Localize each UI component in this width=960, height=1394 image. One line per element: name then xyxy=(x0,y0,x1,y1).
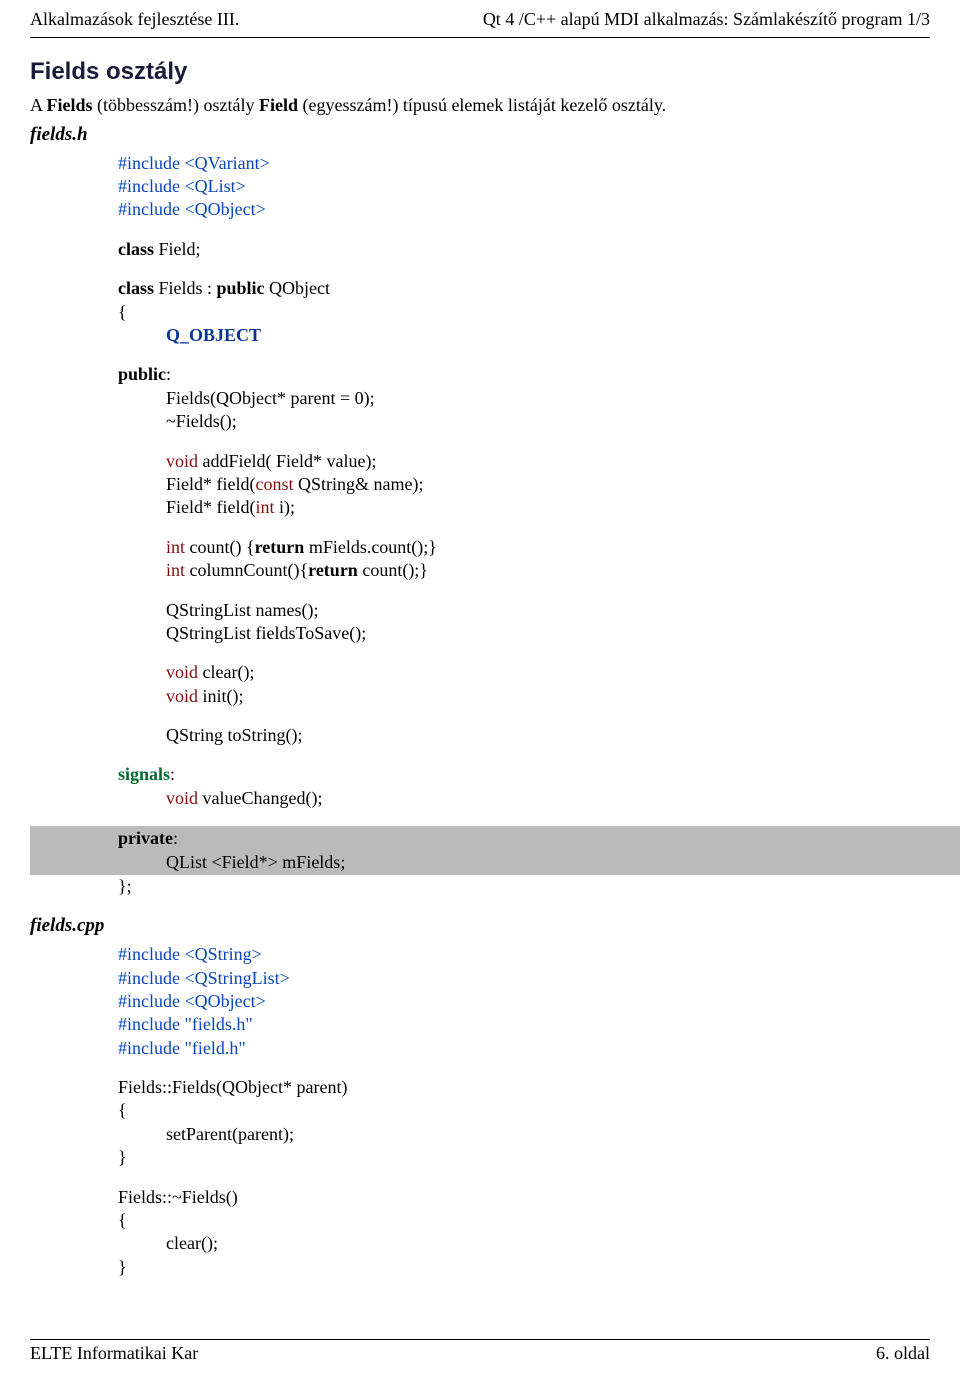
kw-class: class xyxy=(118,278,154,298)
code-text: clear(); xyxy=(198,662,254,682)
brace: { xyxy=(118,301,930,324)
code-line: Fields::Fields(QObject* parent) xyxy=(118,1076,930,1099)
code-block-h: #include <QVariant> #include <QList> #in… xyxy=(118,152,930,899)
colon: : xyxy=(170,764,175,784)
kw-int: int xyxy=(255,497,274,517)
include-line: #include <QObject> xyxy=(118,198,930,221)
include-line: #include "field.h" xyxy=(118,1037,930,1060)
footer-right: 6. oldal xyxy=(876,1342,930,1365)
code-line: void clear(); xyxy=(166,661,930,684)
colon: : xyxy=(173,828,178,848)
include-line: #include <QList> xyxy=(118,175,930,198)
kw-const: const xyxy=(255,474,293,494)
code-text: i); xyxy=(275,497,296,517)
kw-signals: signals xyxy=(118,764,170,784)
intro-mid2: (egyesszám!) típusú elemek listáját keze… xyxy=(298,95,666,115)
section-title: Fields osztály xyxy=(30,56,930,87)
code-line: QList <Field*> mFields; xyxy=(166,851,345,874)
code-text: Field* field( xyxy=(166,474,255,494)
file-label-cpp: fields.cpp xyxy=(30,914,930,939)
brace: } xyxy=(118,1146,930,1169)
page-footer: ELTE Informatikai Kar 6. oldal xyxy=(30,1342,930,1373)
code-line: Fields(QObject* parent = 0); xyxy=(166,387,930,410)
colon: : xyxy=(166,364,171,384)
kw-void: void xyxy=(166,451,198,471)
code-line: signals: xyxy=(118,763,930,786)
file-label-h: fields.h xyxy=(30,123,930,148)
intro-mid1: (többesszám!) osztály xyxy=(93,95,259,115)
intro-pre: A xyxy=(30,95,47,115)
code-text: QObject xyxy=(265,278,330,298)
include-line: #include "fields.h" xyxy=(118,1013,930,1036)
page-header: Alkalmazások fejlesztése III. Qt 4 /C++ … xyxy=(30,0,930,35)
code-block-cpp: #include <QString> #include <QStringList… xyxy=(118,943,930,1279)
code-line: Field* field(int i); xyxy=(166,496,930,519)
include-line: #include <QVariant> xyxy=(118,152,930,175)
kw-private: private xyxy=(118,828,173,848)
code-line: Field* field(const QString& name); xyxy=(166,473,930,496)
code-line: QStringList names(); xyxy=(166,599,930,622)
kw-return: return xyxy=(255,537,305,557)
brace: { xyxy=(118,1099,930,1122)
code-text: init(); xyxy=(198,686,244,706)
footer-rule xyxy=(30,1339,930,1340)
code-line: void addField( Field* value); xyxy=(166,450,930,473)
code-line: private: xyxy=(118,828,178,848)
kw-void: void xyxy=(166,788,198,808)
code-text: columnCount(){ xyxy=(185,560,308,580)
kw-int: int xyxy=(166,560,185,580)
code-line: Fields::~Fields() xyxy=(118,1186,930,1209)
code-text: QString& name); xyxy=(293,474,423,494)
code-text: mFields.count();} xyxy=(304,537,437,557)
brace: { xyxy=(118,1209,930,1232)
kw-void: void xyxy=(166,686,198,706)
kw-public: public xyxy=(217,278,265,298)
code-text: valueChanged(); xyxy=(198,788,322,808)
intro-text: A Fields (többesszám!) osztály Field (eg… xyxy=(30,94,930,117)
brace: } xyxy=(118,1256,930,1279)
code-text: count();} xyxy=(358,560,428,580)
code-line: void valueChanged(); xyxy=(166,787,930,810)
code-line: ~Fields(); xyxy=(166,410,930,433)
include-line: #include <QString> xyxy=(118,943,930,966)
header-right: Qt 4 /C++ alapú MDI alkalmazás: Számlaké… xyxy=(483,8,930,31)
intro-class1: Fields xyxy=(47,95,93,115)
class-end: }; xyxy=(118,875,930,898)
footer-left: ELTE Informatikai Kar xyxy=(30,1342,198,1365)
header-rule xyxy=(30,37,930,38)
code-text: count() { xyxy=(185,537,255,557)
highlighted-block: private: QList <Field*> mFields; xyxy=(30,826,960,875)
q-object-macro: Q_OBJECT xyxy=(166,324,930,347)
include-line: #include <QStringList> xyxy=(118,967,930,990)
header-left: Alkalmazások fejlesztése III. xyxy=(30,8,239,31)
kw-void: void xyxy=(166,662,198,682)
include-line: #include <QObject> xyxy=(118,990,930,1013)
code-text: Fields : xyxy=(154,278,217,298)
code-line: clear(); xyxy=(166,1232,930,1255)
code-line: QString toString(); xyxy=(166,724,930,747)
code-line: setParent(parent); xyxy=(166,1123,930,1146)
code-line: QStringList fieldsToSave(); xyxy=(166,622,930,645)
kw-int: int xyxy=(166,537,185,557)
code-line: void init(); xyxy=(166,685,930,708)
intro-class2: Field xyxy=(259,95,298,115)
code-text: addField( Field* value); xyxy=(198,451,376,471)
code-text: Field* field( xyxy=(166,497,255,517)
code-text: Field; xyxy=(154,239,201,259)
code-line: class Fields : public QObject xyxy=(118,277,930,300)
code-line: int count() {return mFields.count();} xyxy=(166,536,930,559)
kw-return: return xyxy=(308,560,358,580)
page: Alkalmazások fejlesztése III. Qt 4 /C++ … xyxy=(0,0,960,1394)
kw-class: class xyxy=(118,239,154,259)
footer-wrap: ELTE Informatikai Kar 6. oldal xyxy=(30,1339,930,1373)
code-line: int columnCount(){return count();} xyxy=(166,559,930,582)
code-line: public: xyxy=(118,363,930,386)
kw-public: public xyxy=(118,364,166,384)
